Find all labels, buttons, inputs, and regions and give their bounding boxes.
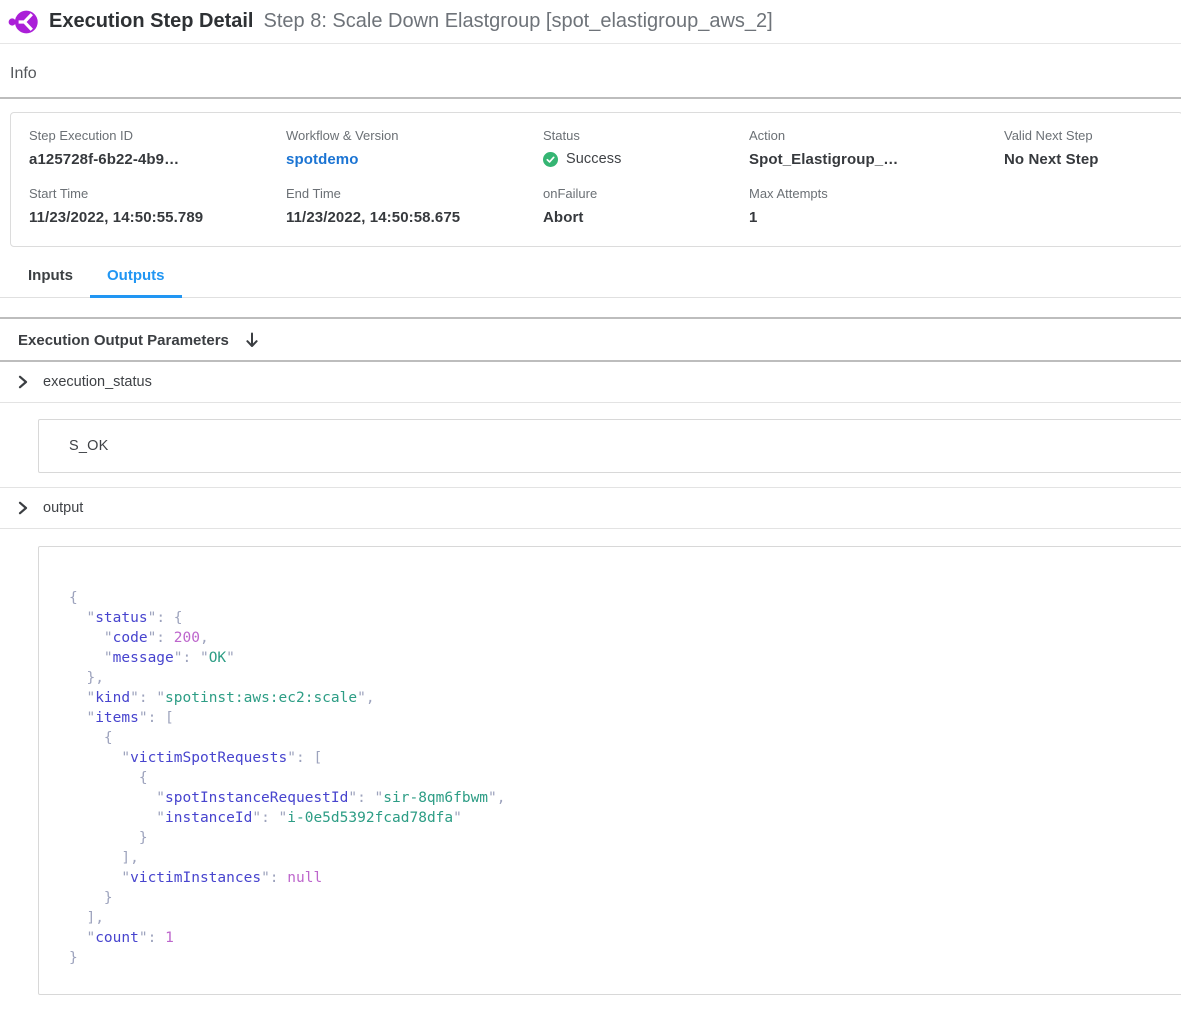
tabs: InputsOutputs <box>0 267 1181 298</box>
field-label: Workflow & Version <box>286 128 543 143</box>
field-label: Max Attempts <box>749 186 1004 201</box>
json-line: "spotInstanceRequestId": "sir-8qm6fbwm", <box>69 788 1181 808</box>
field-label: Valid Next Step <box>1004 128 1181 143</box>
field-value: 11/23/2022, 14:50:55.789 <box>29 209 286 226</box>
field-label: End Time <box>286 186 543 201</box>
app-header: Execution Step Detail Step 8: Scale Down… <box>0 0 1181 44</box>
execution-step-detail-page: { "header": { "title": "Execution Step D… <box>0 0 1181 1018</box>
info-field-workflow-version: Workflow & Version spotdemo <box>286 128 543 168</box>
field-value: 11/23/2022, 14:50:58.675 <box>286 209 543 226</box>
json-line: } <box>69 828 1181 848</box>
json-line: "kind": "spotinst:aws:ec2:scale", <box>69 688 1181 708</box>
json-line: "victimInstances": null <box>69 868 1181 888</box>
json-line: { <box>69 588 1181 608</box>
execution-status-value-box: S_OK <box>38 419 1181 473</box>
field-value: 1 <box>749 209 1004 226</box>
param-row-output[interactable]: output <box>0 488 1181 528</box>
info-field-onfailure: onFailure Abort <box>543 186 749 226</box>
execution-output-parameters-header: Execution Output Parameters <box>0 319 1181 360</box>
field-label: Status <box>543 128 749 143</box>
info-divider <box>0 97 1181 99</box>
info-field-valid-next-step: Valid Next Step No Next Step <box>1004 128 1181 168</box>
field-label: Step Execution ID <box>29 128 286 143</box>
output-parameters-title: Execution Output Parameters <box>18 332 229 349</box>
json-line: } <box>69 948 1181 968</box>
json-line: "status": { <box>69 608 1181 628</box>
divider <box>0 402 1181 403</box>
json-line: ], <box>69 908 1181 928</box>
divider <box>0 528 1181 529</box>
field-label: onFailure <box>543 186 749 201</box>
json-line: "message": "OK" <box>69 648 1181 668</box>
info-field-empty <box>1004 186 1181 226</box>
field-value: a125728f-6b22-4b9… <box>29 151 286 168</box>
json-line: }, <box>69 668 1181 688</box>
json-line: { <box>69 768 1181 788</box>
json-line: { <box>69 728 1181 748</box>
json-line: "count": 1 <box>69 928 1181 948</box>
output-json-code: { "status": { "code": 200, "message": "O… <box>69 588 1181 968</box>
chevron-right-icon <box>18 375 28 389</box>
info-card: Step Execution ID a125728f-6b22-4b9…Workf… <box>10 112 1181 247</box>
page-subtitle: Step 8: Scale Down Elastgroup [spot_elas… <box>264 10 773 33</box>
tab-inputs[interactable]: Inputs <box>11 267 90 297</box>
info-field-max-attempts: Max Attempts 1 <box>749 186 1004 226</box>
param-name: output <box>43 500 83 516</box>
field-value: Success <box>543 151 749 167</box>
field-value[interactable]: spotdemo <box>286 151 543 168</box>
info-field-grid: Step Execution ID a125728f-6b22-4b9…Workf… <box>29 128 1181 226</box>
json-line: "instanceId": "i-0e5d5392fcad78dfa" <box>69 808 1181 828</box>
field-value: Spot_Elastigroup_… <box>749 151 1004 168</box>
json-line: } <box>69 888 1181 908</box>
itential-logo <box>8 9 38 35</box>
chevron-right-icon <box>18 501 28 515</box>
info-field-action: Action Spot_Elastigroup_… <box>749 128 1004 168</box>
param-name: execution_status <box>43 374 152 390</box>
info-field-step-execution-id: Step Execution ID a125728f-6b22-4b9… <box>29 128 286 168</box>
success-check-icon <box>543 152 558 167</box>
field-value: Abort <box>543 209 749 226</box>
execution-status-value: S_OK <box>69 438 109 454</box>
json-line: "items": [ <box>69 708 1181 728</box>
json-line: "code": 200, <box>69 628 1181 648</box>
down-arrow-icon[interactable] <box>245 332 259 349</box>
field-label: Start Time <box>29 186 286 201</box>
field-value: No Next Step <box>1004 151 1181 168</box>
info-field-start-time: Start Time 11/23/2022, 14:50:55.789 <box>29 186 286 226</box>
page-title: Execution Step Detail <box>49 10 254 33</box>
info-field-status: Status Success <box>543 128 749 168</box>
field-label: Action <box>749 128 1004 143</box>
json-line: "victimSpotRequests": [ <box>69 748 1181 768</box>
info-section-label: Info <box>10 65 1181 83</box>
output-json-box: { "status": { "code": 200, "message": "O… <box>38 546 1181 995</box>
status-text: Success <box>566 151 622 167</box>
param-row-execution-status[interactable]: execution_status <box>0 362 1181 402</box>
info-field-end-time: End Time 11/23/2022, 14:50:58.675 <box>286 186 543 226</box>
json-line: ], <box>69 848 1181 868</box>
tab-outputs[interactable]: Outputs <box>90 267 182 298</box>
